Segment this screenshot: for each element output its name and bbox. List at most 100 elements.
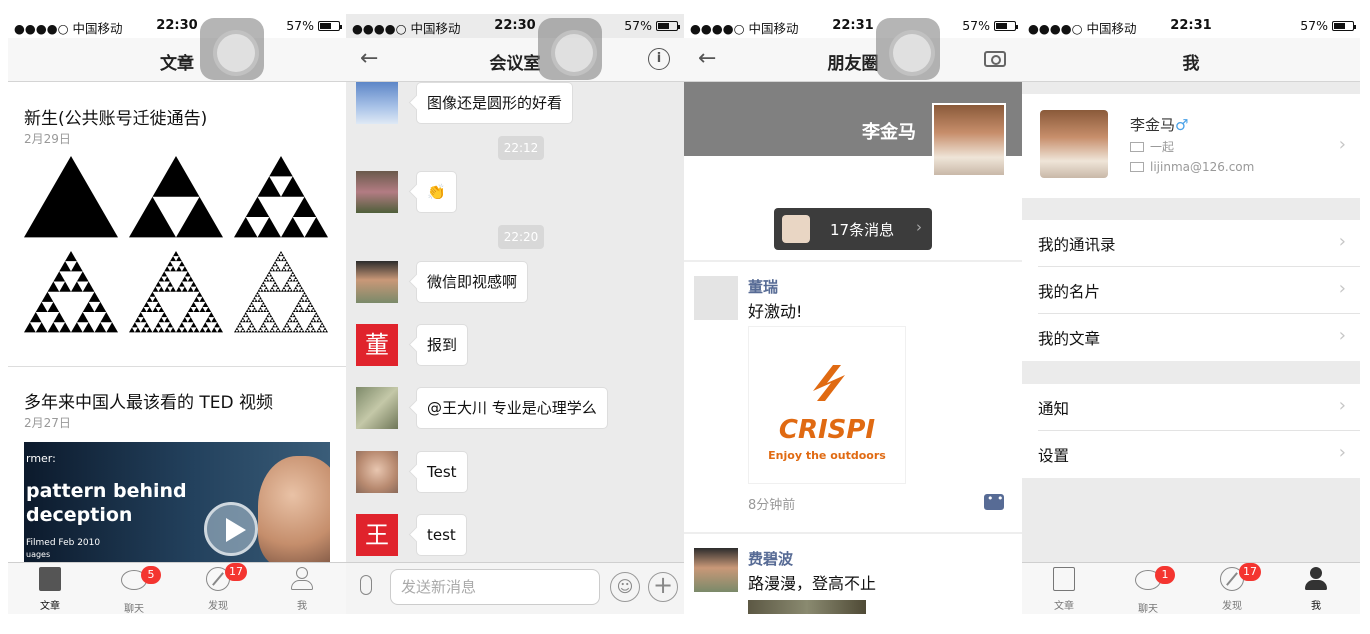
sierpinski-triangle <box>149 291 156 297</box>
article-title[interactable]: 新生(公共账号迁徙通告) <box>24 104 207 129</box>
message-bubble[interactable]: 图像还是圆形的好看 <box>416 82 574 124</box>
article-icon <box>39 567 61 591</box>
sierpinski-triangle <box>266 278 270 282</box>
screen-me: ●●●●○ 中国移动 22:31 57% 我 李金马♂ 一起 lijinma@1… <box>1022 14 1360 614</box>
camera-icon[interactable] <box>984 51 1006 67</box>
tab-articles[interactable]: 文章 <box>1034 567 1094 613</box>
message-bubble[interactable]: 微信即视感啊 <box>416 261 529 303</box>
row-contacts[interactable]: 我的通讯录 › <box>1022 220 1360 267</box>
row-notifications[interactable]: 通知 › <box>1022 384 1360 431</box>
sierpinski-triangle <box>176 266 182 272</box>
tab-me[interactable]: 我 <box>272 567 332 613</box>
play-icon[interactable] <box>204 502 258 556</box>
row-my-articles[interactable]: 我的文章 › <box>1022 314 1360 361</box>
avatar[interactable]: 董 <box>356 324 398 366</box>
avatar[interactable] <box>694 276 738 320</box>
tab-discover[interactable]: 17 发现 <box>188 563 248 613</box>
avatar[interactable] <box>356 261 398 303</box>
sierpinski-triangle <box>264 306 268 310</box>
sierpinski-triangle <box>260 329 264 333</box>
sierpinski-triangle <box>272 319 276 323</box>
unread-badge: 17 <box>225 563 247 581</box>
sierpinski-triangle <box>278 258 281 262</box>
article-date: 2月29日 <box>24 132 71 146</box>
row-settings[interactable]: 设置 › <box>1022 431 1360 478</box>
video-thumbnail[interactable]: rmer: pattern behind deception Filmed Fe… <box>24 442 330 564</box>
sierpinski-triangle <box>264 276 268 279</box>
sierpinski-triangle <box>199 327 206 333</box>
sierpinski-triangle <box>155 322 162 328</box>
sierpinski-triangle <box>272 263 276 267</box>
sierpinski-triangle <box>241 327 245 330</box>
avatar[interactable] <box>356 82 398 124</box>
tab-me[interactable]: 我 <box>1286 567 1346 613</box>
post-author[interactable]: 董瑞 <box>748 276 778 297</box>
assistive-touch-button[interactable] <box>876 18 940 80</box>
avatar[interactable] <box>932 103 1006 177</box>
tab-chat[interactable]: 1 聊天 <box>1118 566 1178 614</box>
message-bubble[interactable]: 报到 <box>416 324 469 366</box>
message-input[interactable]: 发送新消息 <box>390 569 600 605</box>
sierpinski-triangle <box>100 312 113 323</box>
new-messages-button[interactable]: 17条消息 › <box>774 208 932 250</box>
emoji-icon[interactable]: ☺ <box>610 572 640 602</box>
tab-discover[interactable]: 17 发现 <box>1202 563 1262 613</box>
message-bubble[interactable]: test <box>416 514 467 556</box>
sierpinski-triangle <box>269 273 273 277</box>
sierpinski-triangle <box>161 312 168 318</box>
sierpinski-triangle <box>256 291 259 295</box>
info-icon[interactable]: i <box>648 48 670 70</box>
tab-chat[interactable]: 5 聊天 <box>104 566 164 614</box>
sierpinski-triangle <box>236 329 240 333</box>
avatar[interactable] <box>356 387 398 429</box>
post-image[interactable]: CRISPI Enjoy the outdoors <box>748 326 906 484</box>
assistive-touch-button[interactable] <box>200 18 264 80</box>
sierpinski-triangle <box>301 309 305 313</box>
post-image[interactable] <box>748 600 866 614</box>
sierpinski-triangle <box>94 322 107 333</box>
plus-icon[interactable]: + <box>648 572 678 602</box>
status-bar: ●●●●○ 中国移动 22:30 57% <box>8 14 346 38</box>
article-title[interactable]: 多年来中国人最该看的 TED 视频 <box>24 388 273 413</box>
avatar[interactable] <box>356 451 398 493</box>
video-caption: deception <box>26 504 133 526</box>
sierpinski-triangle <box>283 258 287 262</box>
sierpinski-triangle <box>307 309 311 313</box>
tab-label: 发现 <box>1222 601 1242 612</box>
comment-icon[interactable] <box>984 492 1004 510</box>
sierpinski-triangle <box>276 266 280 269</box>
post-time: 8分钟前 <box>748 498 796 513</box>
sierpinski-triangle <box>283 284 287 287</box>
microphone-icon[interactable] <box>360 575 372 595</box>
avatar[interactable] <box>356 171 398 213</box>
tab-articles[interactable]: 文章 <box>20 567 80 613</box>
sierpinski-triangle <box>251 329 255 333</box>
message-bubble[interactable]: 👏 <box>416 171 457 213</box>
post-author[interactable]: 费碧波 <box>748 548 793 569</box>
sierpinski-triangle <box>305 327 309 330</box>
sierpinski-triangle <box>316 314 320 318</box>
message-bubble[interactable]: Test <box>416 451 468 493</box>
assistive-touch-button[interactable] <box>538 18 602 80</box>
profile-card[interactable]: 李金马♂ 一起 lijinma@126.com › <box>1022 94 1360 198</box>
chevron-right-icon: › <box>1338 231 1346 252</box>
sierpinski-image[interactable] <box>24 156 330 336</box>
screen-articles: ●●●●○ 中国移动 22:30 57% 文章 新生(公共账号迁徙通告) 2月2… <box>8 14 346 614</box>
sierpinski-triangle <box>205 327 212 333</box>
sierpinski-triangle <box>251 299 255 302</box>
sierpinski-triangle <box>297 301 301 305</box>
sierpinski-triangle <box>323 327 327 330</box>
sierpinski-triangle <box>286 263 290 267</box>
sierpinski-triangle <box>76 312 89 323</box>
avatar[interactable]: 王 <box>356 514 398 556</box>
sierpinski-triangle <box>279 251 283 254</box>
avatar[interactable] <box>694 548 738 592</box>
sierpinski-triangle <box>146 327 153 333</box>
row-business-card[interactable]: 我的名片 › <box>1022 267 1360 314</box>
sierpinski-triangle <box>211 327 218 333</box>
sierpinski-triangle <box>253 327 257 330</box>
sierpinski-triangle <box>247 317 251 320</box>
message-bubble[interactable]: @王大川 专业是心理学么 <box>416 387 608 429</box>
sierpinski-triangle <box>260 289 264 292</box>
sierpinski-triangle <box>245 314 249 318</box>
